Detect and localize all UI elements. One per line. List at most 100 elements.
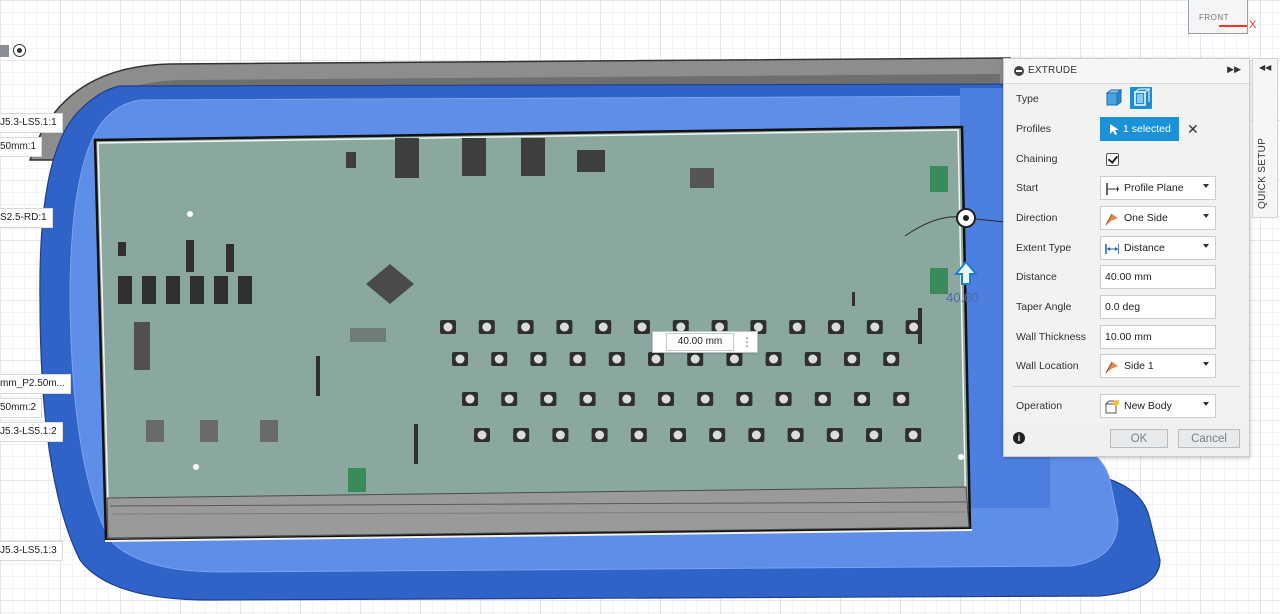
key-switch-pad (516, 430, 526, 440)
key-switch-pad (908, 430, 918, 440)
key-switch-pad (700, 394, 710, 404)
distance-input-overlay[interactable]: 40.00 mm ⋮ (652, 331, 758, 353)
key-switch-pad (818, 394, 828, 404)
wall-location-value: Side 1 (1124, 360, 1154, 372)
key-switch-pad (504, 394, 514, 404)
key-switch-pad (465, 394, 475, 404)
key-switch-pad (739, 394, 749, 404)
key-switch-pad (651, 354, 661, 364)
view-cube-face-label[interactable]: FRONT (1199, 13, 1229, 22)
type-thin-button[interactable] (1130, 87, 1152, 109)
browser-label-6[interactable]: J5.3-LS5.1:2 (0, 422, 63, 442)
key-switch-pad (595, 430, 605, 440)
chaining-label: Chaining (1016, 153, 1058, 165)
chaining-checkbox[interactable] (1106, 153, 1119, 166)
row-taper-angle: Taper Angle 0.0 deg (1004, 293, 1249, 321)
cursor-arrow-icon (1110, 124, 1119, 135)
operation-value: New Body (1124, 400, 1172, 412)
x-axis-label: X (1249, 19, 1257, 31)
distance-field[interactable]: 40.00 mm (1100, 265, 1216, 289)
extent-type-label: Extent Type (1016, 242, 1072, 254)
wall-location-label: Wall Location (1016, 360, 1079, 372)
clear-selection-icon[interactable]: ✕ (1187, 119, 1199, 139)
browser-label-1[interactable]: J5.3-LS5.1:1 (0, 113, 63, 133)
thin-extrude-icon (1133, 88, 1151, 106)
distance-value[interactable]: 40.00 mm (1105, 266, 1152, 288)
ok-button[interactable]: OK (1110, 429, 1168, 448)
browser-label-4[interactable]: mm_P2.50m... (0, 374, 72, 394)
key-switch-pad (896, 394, 906, 404)
new-body-icon (1105, 400, 1119, 414)
key-switch-pad (791, 430, 801, 440)
extent-type-dropdown[interactable]: Distance (1100, 236, 1216, 260)
key-switch-pad (637, 322, 647, 332)
key-switch-pad (870, 322, 880, 332)
profiles-selection-button[interactable]: 1 selected (1100, 117, 1179, 141)
key-switch-pad (559, 322, 569, 332)
key-switch-pad (443, 322, 453, 332)
solid-extrude-icon (1105, 89, 1123, 106)
wall-location-dropdown[interactable]: Side 1 (1100, 354, 1216, 378)
key-switch-pad (533, 354, 543, 364)
chevron-down-icon (1203, 184, 1209, 188)
start-dropdown[interactable]: Profile Plane (1100, 176, 1216, 200)
visibility-eye-icon[interactable] (13, 44, 26, 57)
direction-dropdown[interactable]: One Side (1100, 206, 1216, 230)
cancel-button[interactable]: Cancel (1178, 429, 1240, 448)
browser-label-5[interactable]: 50mm:2 (0, 398, 43, 418)
key-switch-pad (909, 322, 919, 332)
more-options-icon[interactable]: ⋮ (741, 334, 753, 350)
key-switch-pad (598, 322, 608, 332)
key-switch-pad (769, 354, 779, 364)
row-type: Type (1004, 85, 1249, 113)
collapse-left-icon[interactable]: ◀◀ (1259, 63, 1271, 72)
dimension-label: 40.00 (946, 290, 979, 305)
type-label: Type (1016, 93, 1039, 105)
browser-collapse-bar (0, 45, 9, 57)
collapse-panel-icon[interactable] (1014, 66, 1024, 76)
taper-angle-field[interactable]: 0.0 deg (1100, 295, 1216, 319)
operation-dropdown[interactable]: New Body (1100, 394, 1216, 418)
row-operation: Operation New Body (1004, 392, 1249, 420)
key-switch-pad (622, 394, 632, 404)
key-switch-pad (869, 430, 879, 440)
expand-panel-icon[interactable]: ▶▶ (1227, 64, 1241, 75)
row-wall-thickness: Wall Thickness 10.00 mm (1004, 323, 1249, 351)
key-switch-pad (583, 394, 593, 404)
key-switch-pad (494, 354, 504, 364)
type-solid-button[interactable] (1102, 87, 1124, 109)
row-chaining: Chaining (1004, 145, 1249, 173)
view-cube[interactable]: FRONT X (1188, 0, 1256, 34)
quick-setup-tab[interactable]: ◀◀ QUICK SETUP (1252, 58, 1278, 218)
key-switch-pad (477, 430, 487, 440)
key-switch-pad (634, 430, 644, 440)
info-icon[interactable]: i (1013, 432, 1025, 444)
key-switch-pad (886, 354, 896, 364)
key-switch-pad (521, 322, 531, 332)
browser-label-2[interactable]: 50mm:1 (0, 137, 43, 157)
browser-label-7[interactable]: J5.3-LS5.1:3 (0, 541, 63, 561)
key-switch-pad (673, 430, 683, 440)
extrude-panel-header: EXTRUDE ▶▶ (1004, 59, 1249, 84)
distance-input-field[interactable]: 40.00 mm (666, 333, 734, 351)
panel-title: EXTRUDE (1028, 65, 1078, 76)
key-switch-pad (808, 354, 818, 364)
wall-thickness-field[interactable]: 10.00 mm (1100, 325, 1216, 349)
side-one-icon (1105, 361, 1118, 374)
start-label: Start (1016, 182, 1039, 194)
browser-visibility-control[interactable] (0, 42, 30, 60)
distance-label: Distance (1016, 271, 1057, 283)
browser-label-3[interactable]: S2.5-RD:1 (0, 208, 53, 228)
key-switch-pad (712, 430, 722, 440)
key-switch-pad (830, 430, 840, 440)
x-axis-indicator (1219, 25, 1247, 27)
profiles-selection-text: 1 selected (1123, 123, 1171, 135)
wall-thickness-value[interactable]: 10.00 mm (1105, 326, 1152, 348)
key-switch-pad (831, 322, 841, 332)
taper-angle-value[interactable]: 0.0 deg (1105, 296, 1140, 318)
quick-setup-label: QUICK SETUP (1257, 137, 1268, 209)
wall-thickness-label: Wall Thickness (1016, 331, 1087, 343)
taper-angle-label: Taper Angle (1016, 301, 1072, 313)
row-wall-location: Wall Location Side 1 (1004, 352, 1249, 380)
panel-divider (1012, 386, 1240, 387)
